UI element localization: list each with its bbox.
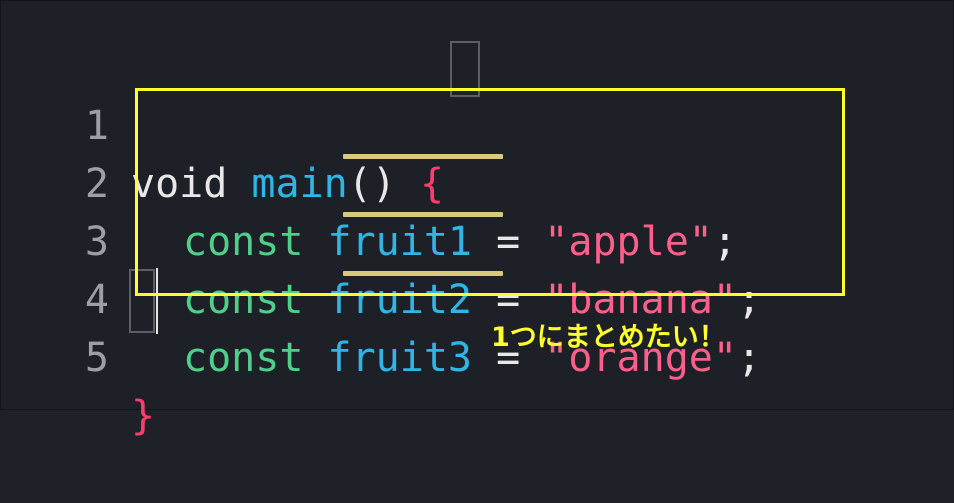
- code-line-3: 3 const fruit2 = "banana";: [1, 155, 761, 323]
- code-text: }: [131, 387, 155, 445]
- screenshot-frame: 1 void main() { 2 const fruit1 = "apple"…: [0, 0, 954, 439]
- code-line-5: 5 }: [1, 271, 155, 439]
- line-number: 5: [84, 335, 109, 381]
- close-brace: }: [131, 393, 156, 439]
- code-line-2: 2 const fruit1 = "apple";: [1, 97, 737, 265]
- code-line-4: 4 const fruit3 = "orange";: [1, 213, 761, 381]
- variable-name: fruit3: [327, 335, 473, 381]
- semicolon: ;: [736, 335, 762, 381]
- highlight-box: [135, 88, 845, 296]
- keyword-const: const: [183, 335, 304, 381]
- code-line-1: 1 void main() {: [1, 39, 444, 207]
- annotation-text: 1つにまとめたい！: [491, 322, 726, 353]
- code-editor[interactable]: 1 void main() { 2 const fruit1 = "apple"…: [1, 1, 954, 439]
